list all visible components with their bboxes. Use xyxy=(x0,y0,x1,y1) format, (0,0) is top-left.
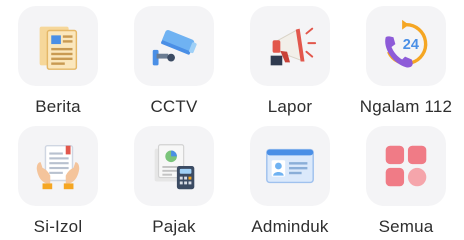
menu-tile xyxy=(134,126,214,206)
menu-item-semua[interactable]: Semua xyxy=(348,120,464,240)
tax-calculator-icon xyxy=(154,144,195,190)
megaphone-icon xyxy=(270,27,317,66)
menu-item-label: CCTV xyxy=(150,97,198,116)
menu-item-label: Semua xyxy=(378,217,434,236)
menu-tile xyxy=(250,6,330,86)
menu-tile xyxy=(18,126,98,206)
menu-item-label: Lapor xyxy=(267,97,313,116)
newspaper-icon xyxy=(39,26,78,70)
menu-item-label: Adminduk xyxy=(251,217,329,236)
menu-item-label: Berita xyxy=(35,97,81,116)
menu-item-berita[interactable]: Berita xyxy=(0,0,116,120)
menu-tile xyxy=(134,6,214,86)
menu-item-cctv[interactable]: CCTV xyxy=(116,0,232,120)
menu-item-label: Ngalam 112 xyxy=(359,97,453,116)
id-card-icon xyxy=(266,148,314,184)
menu-item-si-izol[interactable]: Si-Izol xyxy=(0,120,116,240)
document-hands-icon xyxy=(36,144,80,190)
menu-item-label: Si-Izol xyxy=(33,217,83,236)
menu-item-ngalam-112[interactable]: 24 Ngalam 112 xyxy=(348,0,464,120)
menu-tile: 24 xyxy=(366,6,446,86)
menu-tile xyxy=(250,126,330,206)
menu-item-adminduk[interactable]: Adminduk xyxy=(232,120,348,240)
menu-tile xyxy=(366,126,446,206)
menu-tile xyxy=(18,6,98,86)
menu-item-lapor[interactable]: Lapor xyxy=(232,0,348,120)
service-menu-grid: Berita CCTV Lapor 24 Ngalam 112 Si-Izol … xyxy=(0,0,464,240)
menu-item-pajak[interactable]: Pajak xyxy=(116,120,232,240)
badge-24-text: 24 xyxy=(403,37,419,53)
phone-24-icon: 24 xyxy=(385,19,428,68)
all-apps-grid-icon xyxy=(385,145,427,187)
menu-item-label: Pajak xyxy=(152,217,196,236)
cctv-camera-icon xyxy=(152,30,197,66)
